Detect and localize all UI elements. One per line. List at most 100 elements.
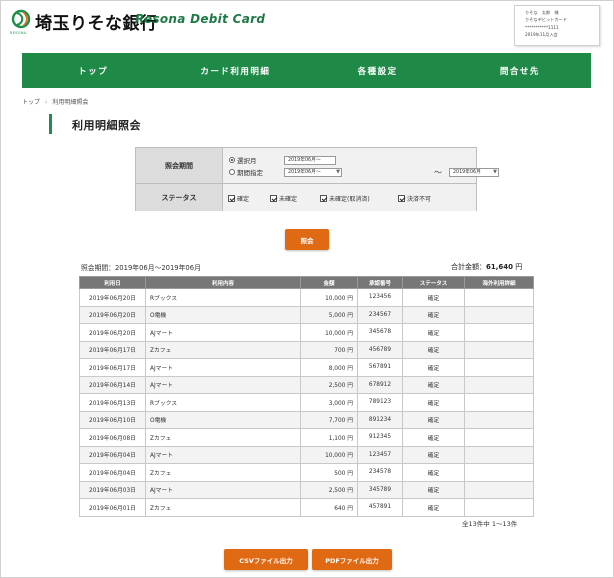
cell-status: 確定 — [402, 375, 465, 394]
cell-approval: 345678 — [357, 323, 403, 342]
cell-overseas — [464, 358, 534, 377]
checkbox-checked-icon — [320, 195, 327, 202]
cell-description: AJマート — [145, 375, 301, 394]
cell-overseas — [464, 375, 534, 394]
cell-status: 確定 — [402, 410, 465, 429]
status-check-failed[interactable]: 決済不可 — [398, 194, 431, 203]
cell-amount: 2,500 円 — [300, 480, 358, 499]
cell-overseas — [464, 498, 534, 517]
cell-amount: 700 円 — [300, 340, 358, 359]
radio-select-month[interactable]: 選択月 — [229, 155, 257, 165]
range-from-select[interactable]: 2019年06月～ ▼ — [284, 168, 342, 177]
transactions-table: 利用日 利用内容 金額 承認番号 ステータス 海外利用詳細 2019年06月20… — [79, 276, 534, 517]
cell-date: 2019年06月17日 — [79, 358, 146, 377]
cell-date: 2019年06月17日 — [79, 340, 146, 359]
logo-subtext: RESONA — [10, 31, 27, 35]
cell-date: 2019年06月14日 — [79, 375, 146, 394]
cell-approval: 912345 — [357, 428, 403, 447]
checkbox-checked-icon — [228, 195, 235, 202]
cell-amount: 10,000 円 — [300, 323, 358, 342]
cell-amount: 7,700 円 — [300, 410, 358, 429]
month-select[interactable]: 2019年06月～ — [284, 156, 336, 165]
cell-amount: 10,000 円 — [300, 445, 358, 464]
cell-date: 2019年06月04日 — [79, 445, 146, 464]
cell-amount: 5,000 円 — [300, 305, 358, 324]
table-row: 2019年06月04日 Zカフェ 500 円 234578 確定 — [79, 463, 534, 482]
status-row: ステータス 確定 未確定 未確定(取消済) 決済不可 — [136, 184, 476, 211]
cell-description: AJマート — [145, 323, 301, 342]
total-label: 合計金額： — [451, 263, 486, 271]
cell-date: 2019年06月04日 — [79, 463, 146, 482]
nav-item-statement[interactable]: カード利用明細 — [164, 53, 306, 88]
breadcrumb: トップ › 利用明細照会 — [22, 97, 88, 106]
resona-logo-icon — [11, 9, 31, 29]
cell-approval: 789123 — [357, 393, 403, 412]
status-check-confirmed-label: 確定 — [237, 196, 250, 203]
cell-overseas — [464, 428, 534, 447]
col-header-overseas: 海外利用詳細 — [464, 276, 534, 289]
cell-status: 確定 — [402, 358, 465, 377]
nav-item-top[interactable]: トップ — [22, 53, 164, 88]
table-header-row: 利用日 利用内容 金額 承認番号 ステータス 海外利用詳細 — [79, 276, 534, 289]
cell-overseas — [464, 445, 534, 464]
status-check-unconfirmed-label: 未確定 — [279, 196, 298, 203]
status-check-unconfirmed[interactable]: 未確定 — [270, 194, 297, 203]
table-body: 2019年06月20日 Rブックス 10,000 円 123456 確定 2019年06月… — [79, 288, 534, 517]
cell-status: 確定 — [402, 445, 465, 464]
cell-description: O電機 — [145, 410, 301, 429]
cell-status: 確定 — [402, 305, 465, 324]
table-row: 2019年06月17日 Zカフェ 700 円 456789 確定 — [79, 340, 534, 359]
cell-approval: 567891 — [357, 358, 403, 377]
pdf-export-button[interactable]: PDFファイル出力 — [312, 549, 392, 570]
title-accent-bar — [49, 114, 52, 134]
radio-range[interactable]: 期間指定 — [229, 167, 263, 177]
cell-status: 確定 — [402, 428, 465, 447]
cell-amount: 10,000 円 — [300, 288, 358, 307]
cell-date: 2019年06月13日 — [79, 393, 146, 412]
page-title: 利用明細照会 — [72, 119, 141, 132]
table-row: 2019年06月20日 AJマート 10,000 円 345678 確定 — [79, 323, 534, 342]
table-row: 2019年06月13日 Rブックス 3,000 円 789123 確定 — [79, 393, 534, 412]
csv-export-button[interactable]: CSVファイル出力 — [224, 549, 308, 570]
status-check-cancelled-label: 未確定(取消済) — [329, 196, 370, 203]
range-tilde: ～ — [434, 168, 442, 177]
period-row: 照会期間 選択月 期間指定 2019年06月～ 2019年06月～ ▼ ～ 20… — [136, 148, 499, 184]
cell-overseas — [464, 393, 534, 412]
cell-description: AJマート — [145, 445, 301, 464]
range-to-value: 2019年06月 — [453, 170, 481, 175]
nav-item-settings[interactable]: 各種設定 — [307, 53, 449, 88]
cell-status: 確定 — [402, 480, 465, 499]
cell-amount: 640 円 — [300, 498, 358, 517]
range-from-value: 2019年06月～ — [288, 170, 321, 175]
cell-overseas — [464, 410, 534, 429]
cell-approval: 123457 — [357, 445, 403, 464]
table-row: 2019年06月01日 Zカフェ 640 円 457891 確定 — [79, 498, 534, 517]
search-button[interactable]: 照会 — [285, 229, 329, 250]
cell-date: 2019年06月08日 — [79, 428, 146, 447]
cell-description: Zカフェ — [145, 340, 301, 359]
cell-amount: 3,000 円 — [300, 393, 358, 412]
cell-approval: 234578 — [357, 463, 403, 482]
status-check-failed-label: 決済不可 — [407, 196, 432, 203]
status-label: ステータス — [136, 184, 223, 211]
query-period-text: 照会期間：2019年06月～2019年06月 — [81, 264, 201, 272]
user-info-box: りそな 太郎 様 りそなデビットカード ***********1111 2019… — [514, 5, 600, 46]
breadcrumb-separator-icon: › — [45, 99, 48, 106]
cell-amount: 500 円 — [300, 463, 358, 482]
status-check-confirmed[interactable]: 確定 — [228, 194, 249, 203]
table-row: 2019年06月08日 Zカフェ 1,100 円 912345 確定 — [79, 428, 534, 447]
range-to-select[interactable]: 2019年06月 ▼ — [449, 168, 499, 177]
user-name: りそな 太郎 様 — [525, 10, 559, 15]
breadcrumb-top-link[interactable]: トップ — [22, 99, 40, 106]
nav-item-contact[interactable]: 問合せ先 — [449, 53, 591, 88]
cell-description: AJマート — [145, 480, 301, 499]
result-count: 全13件中 1～13件 — [462, 520, 518, 528]
cell-date: 2019年06月20日 — [79, 305, 146, 324]
user-join-date: 2019年11月入会 — [525, 32, 558, 38]
status-check-cancelled[interactable]: 未確定(取消済) — [320, 194, 370, 203]
cell-status: 確定 — [402, 288, 465, 307]
cell-approval: 456789 — [357, 340, 403, 359]
period-label: 照会期間 — [136, 148, 223, 183]
cell-description: Zカフェ — [145, 463, 301, 482]
global-nav: トップ カード利用明細 各種設定 問合せ先 — [22, 53, 591, 88]
